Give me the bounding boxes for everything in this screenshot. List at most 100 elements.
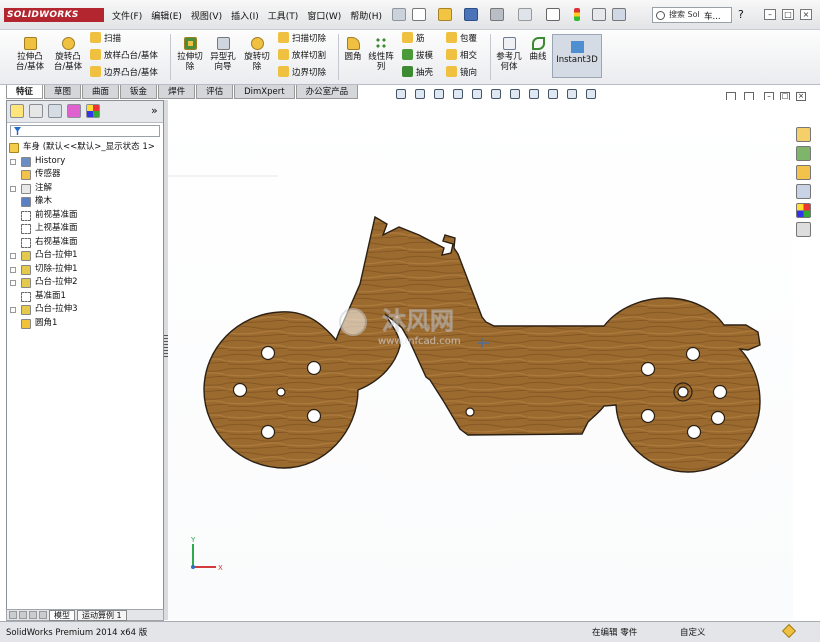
rib-button[interactable]: 筋 — [402, 32, 425, 45]
hide-show-items-icon[interactable] — [529, 89, 539, 99]
view-settings-icon[interactable] — [586, 89, 596, 99]
front-wheel-hole[interactable] — [232, 382, 248, 398]
menu-help[interactable]: 帮助(H) — [350, 9, 382, 22]
tree-filter-input[interactable] — [10, 125, 160, 137]
tab-evaluate[interactable]: 评估 — [196, 85, 234, 99]
loft-boss-button[interactable]: 放样凸台/基体 — [90, 49, 158, 62]
extrude-boss-button[interactable]: 拉伸凸 台/基体 — [12, 37, 48, 72]
options-icon[interactable] — [612, 8, 626, 21]
solidworks-resources-icon[interactable] — [796, 127, 811, 142]
boundary-cut-button[interactable]: 边界切除 — [278, 66, 326, 79]
dynamic-annotation-icon[interactable] — [472, 89, 482, 99]
apply-scene-icon[interactable] — [567, 89, 577, 99]
rear-wheel-hole[interactable] — [710, 410, 726, 426]
motion-study-tab[interactable]: 运动算例 1 — [77, 609, 127, 621]
extrude-cut-button[interactable]: 拉伸切 除 — [174, 37, 206, 72]
tab-sheet-metal[interactable]: 钣金 — [120, 85, 158, 99]
menu-window[interactable]: 窗口(W) — [307, 9, 341, 22]
tree-item[interactable]: 橡木 — [7, 195, 163, 209]
tree-item[interactable]: 凸台-拉伸3 — [7, 303, 163, 317]
expand-icon[interactable] — [10, 185, 16, 192]
view-orientation-icon[interactable] — [491, 89, 501, 99]
front-wheel-center-hole[interactable] — [276, 387, 286, 397]
zoom-to-fit-icon[interactable] — [396, 89, 406, 99]
tree-item[interactable]: 注解 — [7, 182, 163, 196]
pin-icon[interactable] — [392, 8, 406, 21]
tree-item[interactable]: 圆角1 — [7, 317, 163, 331]
tree-item[interactable]: 凸台-拉伸1 — [7, 249, 163, 263]
scroll-prev-icon[interactable] — [19, 611, 27, 619]
edit-appearance-icon[interactable] — [548, 89, 558, 99]
rear-wheel-hole[interactable] — [685, 346, 701, 362]
appearances-icon[interactable] — [796, 203, 811, 218]
view-palette-icon[interactable] — [796, 184, 811, 199]
revolve-boss-button[interactable]: 旋转凸 台/基体 — [50, 37, 86, 72]
rear-wheel-hole[interactable] — [640, 361, 656, 377]
display-manager-tab-icon[interactable] — [86, 104, 100, 118]
print-icon[interactable] — [490, 8, 504, 21]
expand-icon[interactable] — [10, 307, 16, 313]
sweep-cut-button[interactable]: 扫描切除 — [278, 32, 326, 45]
tree-item[interactable]: 上视基准面 — [7, 222, 163, 236]
undo-icon[interactable] — [518, 8, 532, 21]
tab-weldments[interactable]: 焊件 — [158, 85, 196, 99]
tree-item[interactable]: 前视基准面 — [7, 209, 163, 223]
rear-wheel-hole[interactable] — [712, 384, 728, 400]
tab-dimxpert[interactable]: DimXpert — [234, 85, 295, 99]
restore-button[interactable]: □ — [782, 9, 794, 20]
fillet-button[interactable]: 圆角 — [342, 37, 364, 62]
revolve-cut-button[interactable]: 旋转切 除 — [241, 37, 273, 72]
tab-features[interactable]: 特征 — [6, 85, 44, 99]
unit-system[interactable]: 自定义 — [680, 626, 706, 638]
property-manager-tab-icon[interactable] — [29, 104, 43, 118]
select-cursor-icon[interactable] — [546, 8, 560, 21]
rebuild-icon[interactable] — [574, 8, 580, 21]
tab-sketch[interactable]: 草图 — [44, 85, 82, 99]
tree-item[interactable]: 右视基准面 — [7, 236, 163, 250]
draft-button[interactable]: 拔模 — [402, 49, 433, 62]
file-explorer-icon[interactable] — [796, 165, 811, 180]
expand-icon[interactable] — [10, 253, 16, 259]
menu-insert[interactable]: 插入(I) — [231, 9, 259, 22]
sweep-button[interactable]: 扫描 — [90, 32, 121, 45]
file-properties-icon[interactable] — [592, 8, 606, 21]
menu-view[interactable]: 视图(V) — [191, 9, 222, 22]
model-tab[interactable]: 模型 — [49, 609, 75, 621]
tree-item[interactable]: 凸台-拉伸2 — [7, 276, 163, 290]
tab-surfaces[interactable]: 曲面 — [82, 85, 120, 99]
curves-button[interactable]: 曲线 — [527, 37, 549, 62]
custom-properties-icon[interactable] — [796, 222, 811, 237]
configuration-manager-tab-icon[interactable] — [48, 104, 62, 118]
display-style-icon[interactable] — [510, 89, 520, 99]
design-library-icon[interactable] — [796, 146, 811, 161]
front-wheel-hole[interactable] — [260, 345, 276, 361]
rear-axle-hole[interactable] — [677, 386, 689, 398]
save-icon[interactable] — [464, 8, 478, 21]
rebuild-status-icon[interactable] — [781, 623, 797, 639]
mirror-button[interactable]: 镜向 — [446, 66, 477, 79]
hole-wizard-button[interactable]: 异型孔 向导 — [206, 37, 240, 72]
menu-edit[interactable]: 编辑(E) — [151, 9, 182, 22]
front-wheel-hole[interactable] — [306, 408, 322, 424]
expand-icon[interactable] — [10, 280, 16, 286]
linear-pattern-button[interactable]: 线性阵 列 — [366, 37, 396, 72]
instant3d-button[interactable]: Instant3D — [552, 34, 602, 78]
tree-root-part[interactable]: 车身 (默认<<默认>_显示状态 1> — [7, 141, 163, 155]
tree-item[interactable]: 传感器 — [7, 168, 163, 182]
reference-geometry-button[interactable]: 参考几 何体 — [493, 37, 525, 72]
viewport-close-button[interactable]: × — [796, 92, 806, 101]
help-icon[interactable]: ? — [738, 8, 744, 21]
tree-item[interactable]: History — [7, 155, 163, 169]
expand-icon[interactable] — [10, 158, 16, 165]
open-folder-icon[interactable] — [438, 8, 452, 21]
scroll-next-icon[interactable] — [29, 611, 37, 619]
front-wheel-hole[interactable] — [306, 360, 322, 376]
solidworks-logo[interactable]: SOLIDWORKS — [4, 8, 104, 22]
wrap-button[interactable]: 包覆 — [446, 32, 477, 45]
minimize-button[interactable]: – — [764, 9, 776, 20]
loft-cut-button[interactable]: 放样切割 — [278, 49, 326, 62]
previous-view-icon[interactable] — [434, 89, 444, 99]
shell-button[interactable]: 抽壳 — [402, 66, 433, 79]
graphics-area[interactable]: 沐风网 www.mfcad.com Y X — [168, 100, 793, 620]
dimxpert-manager-tab-icon[interactable] — [67, 104, 81, 118]
